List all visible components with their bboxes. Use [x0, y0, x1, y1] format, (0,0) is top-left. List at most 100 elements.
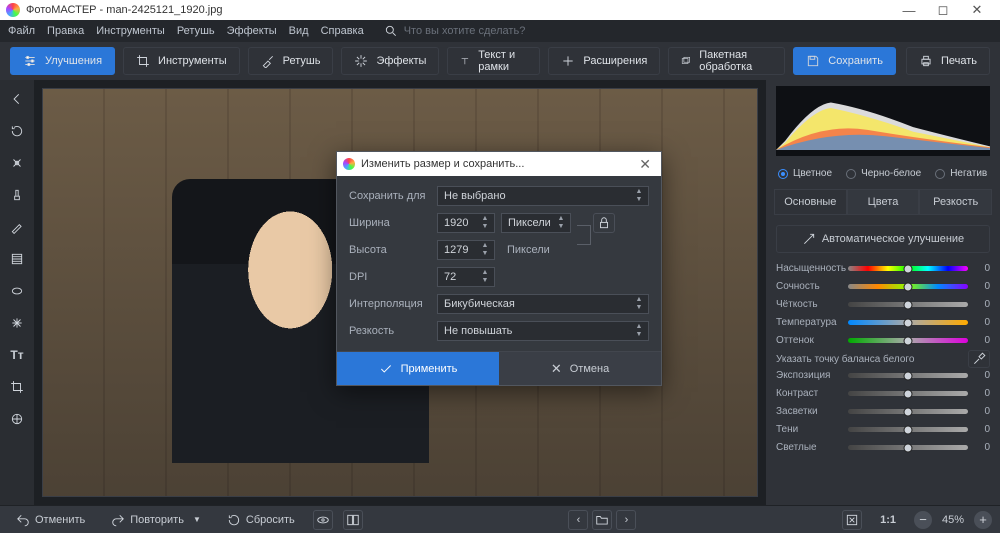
nav-next[interactable]: › — [616, 510, 636, 530]
height-label: Высота — [349, 244, 429, 256]
tab-batch[interactable]: Пакетная обработка — [668, 47, 785, 75]
slider-thumb[interactable] — [904, 264, 913, 273]
tab-retouch[interactable]: Ретушь — [248, 47, 334, 75]
slider-track[interactable] — [848, 338, 968, 343]
zoom-in[interactable]: + — [974, 511, 992, 529]
save-for-value: Не выбрано — [444, 190, 506, 202]
preview-toggle[interactable] — [313, 510, 333, 530]
width-input[interactable]: 1920▲▼ — [437, 213, 495, 233]
stamp-tool[interactable] — [6, 184, 28, 206]
slider-thumb[interactable] — [904, 425, 913, 434]
slider-track[interactable] — [848, 427, 968, 432]
slider-thumb[interactable] — [904, 336, 913, 345]
slider-thumb[interactable] — [904, 371, 913, 380]
radio-color[interactable]: Цветное — [778, 168, 832, 179]
menu-retouch[interactable]: Ретушь — [177, 25, 215, 37]
cancel-button[interactable]: ✕Отмена — [499, 352, 661, 385]
tab-effects[interactable]: Эффекты — [341, 47, 439, 75]
text-tool[interactable]: Tт — [6, 344, 28, 366]
back-tool[interactable] — [6, 88, 28, 110]
subtab-basic[interactable]: Основные — [774, 189, 847, 214]
slider-value: 0 — [974, 442, 990, 453]
eyedropper-button[interactable] — [968, 350, 990, 368]
maximize-button[interactable]: ◻ — [926, 0, 960, 20]
tab-enhance[interactable]: Улучшения — [10, 47, 115, 75]
save-for-select[interactable]: Не выбрано▲▼ — [437, 186, 649, 206]
slider-row: Тени 0 — [776, 424, 990, 435]
radial-tool[interactable] — [6, 280, 28, 302]
slider-track[interactable] — [848, 445, 968, 450]
tab-extensions[interactable]: Расширения — [548, 47, 660, 75]
save-button[interactable]: Сохранить — [793, 47, 896, 75]
slider-track[interactable] — [848, 284, 968, 289]
slider-value: 0 — [974, 370, 990, 381]
dialog-close-button[interactable]: ✕ — [635, 156, 655, 173]
tab-label: Эффекты — [376, 55, 426, 67]
slider-thumb[interactable] — [904, 389, 913, 398]
brush-tool[interactable] — [6, 216, 28, 238]
slider-thumb[interactable] — [904, 407, 913, 416]
geometry-tool[interactable] — [6, 408, 28, 430]
redo-button[interactable]: Повторить▼ — [103, 510, 209, 530]
white-balance-row: Указать точку баланса белого — [766, 346, 1000, 370]
title-bar: ФотоМАСТЕР - man-2425121_1920.jpg — ◻ ✕ — [0, 0, 1000, 20]
dialog-title-bar[interactable]: Изменить размер и сохранить... ✕ — [337, 152, 661, 176]
slider-thumb[interactable] — [904, 300, 913, 309]
menu-view[interactable]: Вид — [289, 25, 309, 37]
redo-icon — [111, 513, 125, 527]
gradient-tool[interactable] — [6, 248, 28, 270]
brush-icon — [261, 54, 275, 68]
slider-thumb[interactable] — [904, 318, 913, 327]
slider-thumb[interactable] — [904, 443, 913, 452]
fit-button[interactable] — [842, 510, 862, 530]
menu-search[interactable]: Что вы хотите сделать? — [384, 24, 526, 38]
minimize-button[interactable]: — — [892, 0, 926, 20]
slider-row: Температура 0 — [776, 317, 990, 328]
slider-track[interactable] — [848, 409, 968, 414]
subtab-sharp[interactable]: Резкость — [919, 189, 992, 214]
window-title: ФотоМАСТЕР - man-2425121_1920.jpg — [26, 4, 223, 16]
slider-track[interactable] — [848, 320, 968, 325]
menu-effects[interactable]: Эффекты — [227, 25, 277, 37]
radio-negative[interactable]: Негатив — [935, 168, 987, 179]
sparkle-tool[interactable] — [6, 312, 28, 334]
dpi-input[interactable]: 72▲▼ — [437, 267, 495, 287]
sharp-select[interactable]: Не повышать▲▼ — [437, 321, 649, 341]
tab-label: Инструменты — [158, 55, 227, 67]
width-unit-select[interactable]: Пиксели▲▼ — [501, 213, 571, 233]
subtab-colors[interactable]: Цвета — [847, 189, 920, 214]
auto-enhance-label: Автоматическое улучшение — [822, 233, 964, 245]
nav-group: ‹ › — [568, 510, 636, 530]
lock-icon — [597, 216, 611, 230]
nav-prev[interactable]: ‹ — [568, 510, 588, 530]
interp-select[interactable]: Бикубическая▲▼ — [437, 294, 649, 314]
tab-text-frames[interactable]: Текст и рамки — [447, 47, 540, 75]
height-input[interactable]: 1279▲▼ — [437, 240, 495, 260]
slider-track[interactable] — [848, 302, 968, 307]
menu-tools[interactable]: Инструменты — [96, 25, 165, 37]
zoom-out[interactable]: − — [914, 511, 932, 529]
slider-thumb[interactable] — [904, 282, 913, 291]
close-button[interactable]: ✕ — [960, 0, 994, 20]
undo-button[interactable]: Отменить — [8, 510, 93, 530]
slider-track[interactable] — [848, 391, 968, 396]
rotate-tool[interactable] — [6, 120, 28, 142]
print-button[interactable]: Печать — [906, 47, 990, 75]
heal-tool[interactable] — [6, 152, 28, 174]
tab-tools[interactable]: Инструменты — [123, 47, 240, 75]
menu-file[interactable]: Файл — [8, 25, 35, 37]
radio-bw[interactable]: Черно-белое — [846, 168, 921, 179]
lock-aspect-button[interactable] — [593, 213, 615, 233]
menu-help[interactable]: Справка — [321, 25, 364, 37]
compare-toggle[interactable] — [343, 510, 363, 530]
radio-label: Черно-белое — [861, 168, 921, 179]
nav-browse[interactable] — [592, 510, 612, 530]
ratio-button[interactable]: 1:1 — [872, 511, 904, 529]
crop-tool[interactable] — [6, 376, 28, 398]
auto-enhance-button[interactable]: Автоматическое улучшение — [776, 225, 990, 253]
menu-edit[interactable]: Правка — [47, 25, 84, 37]
reset-button[interactable]: Сбросить — [219, 510, 303, 530]
slider-track[interactable] — [848, 373, 968, 378]
apply-button[interactable]: Применить — [337, 352, 499, 385]
slider-track[interactable] — [848, 266, 968, 271]
